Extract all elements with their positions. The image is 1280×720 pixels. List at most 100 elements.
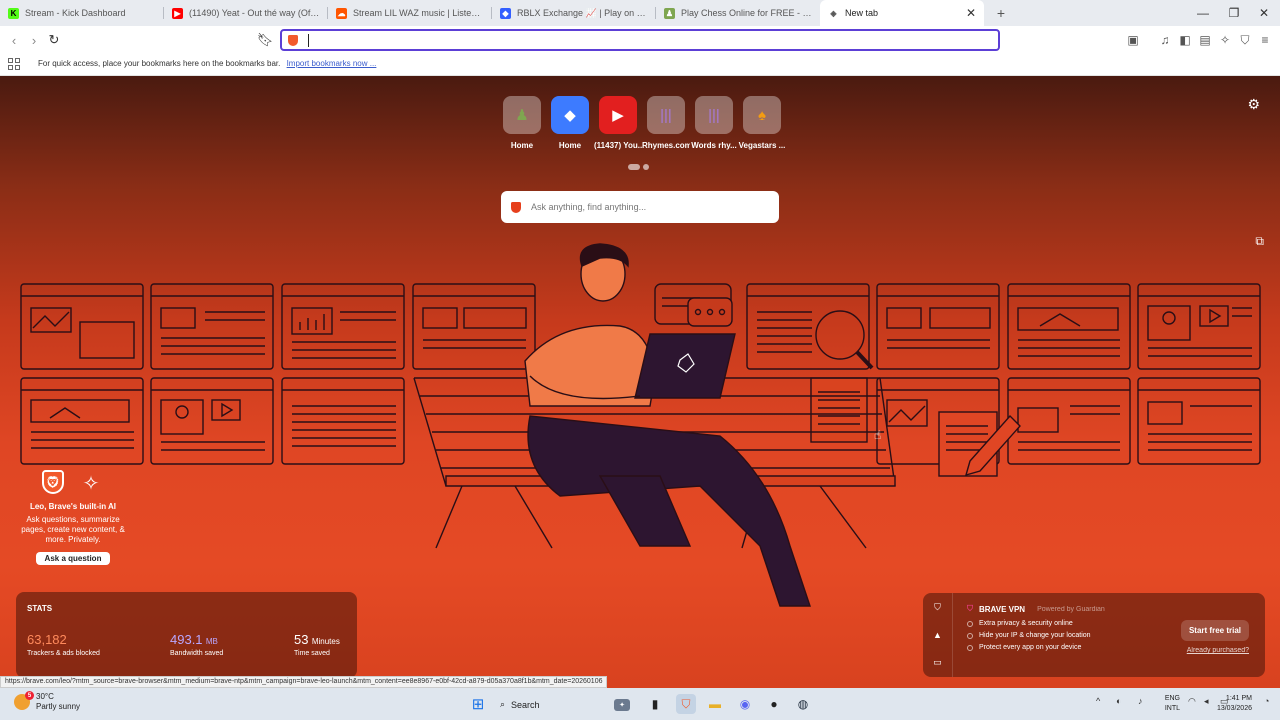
discord-icon[interactable]: ◉	[735, 694, 755, 714]
address-bar[interactable]	[280, 29, 1000, 51]
check-icon	[967, 632, 973, 639]
steam-icon[interactable]: ◍	[793, 694, 813, 714]
clock-time: 1:41 PM	[1225, 695, 1252, 702]
weather-temp: 30°C	[36, 692, 54, 701]
tab-kick[interactable]: K Stream - Kick Dashboard	[0, 0, 164, 26]
rewards-icon[interactable]: ▲	[933, 630, 942, 640]
chess-icon: ♟	[664, 7, 675, 19]
settings-gear-icon[interactable]: ⚙	[1247, 96, 1260, 113]
chess-icon: ♟	[503, 96, 541, 134]
weather-sun-icon: 5	[14, 691, 34, 710]
tray-chevron-icon[interactable]: ^	[1096, 696, 1100, 706]
tab-new-tab[interactable]: ◈ New tab ✕	[820, 0, 984, 26]
task-view-icon[interactable]: ▮	[645, 694, 665, 714]
top-site-label: (11437) You...	[594, 141, 642, 150]
file-explorer-icon[interactable]: ▬	[705, 694, 725, 714]
notification-bell-icon[interactable]: ◔	[1264, 696, 1269, 706]
stat-trackers: 63,182 Trackers & ads blocked	[27, 632, 100, 657]
back-button[interactable]: ‹	[4, 26, 24, 54]
language-indicator[interactable]: ENG INTL	[1165, 694, 1180, 714]
tray-app-icon[interactable]: ◐	[1116, 696, 1121, 706]
minimize-button[interactable]: —	[1188, 0, 1218, 26]
start-free-trial-button[interactable]: Start free trial	[1180, 620, 1249, 641]
weather-widget[interactable]: 5 30°C Partly sunny	[14, 691, 80, 712]
brave-logo-icon	[511, 201, 521, 213]
top-site-tile[interactable]: ||| Rhymes.com	[642, 96, 690, 150]
vpn-feature: Extra privacy & security online	[967, 620, 1091, 627]
reload-button[interactable]: ↻	[44, 26, 64, 54]
tab-soundcloud[interactable]: ☁ Stream LIL WAZ music | Listen to son	[328, 0, 492, 26]
mouse-cursor-icon: ☝︎	[874, 428, 882, 442]
bookmarks-bar: For quick access, place your bookmarks h…	[0, 54, 1280, 76]
sidebar-icon[interactable]: ◧	[1175, 26, 1195, 54]
media-icon[interactable]: ♫	[1155, 26, 1175, 54]
stats-heading: STATS	[27, 604, 53, 613]
import-bookmarks-link[interactable]: Import bookmarks now ...	[287, 59, 377, 68]
close-window-button[interactable]: ✕	[1249, 0, 1279, 26]
roblox-icon: ◆	[551, 96, 589, 134]
apps-icon[interactable]	[8, 58, 20, 70]
stat-label: Time saved	[294, 650, 330, 657]
external-link-icon[interactable]: ⧉	[1255, 234, 1264, 249]
app-icon[interactable]: ●	[764, 694, 784, 714]
cards-icon[interactable]: ▭	[933, 657, 942, 668]
vpn-shield-icon[interactable]: ⛉	[934, 602, 941, 613]
brave-shields-icon[interactable]	[288, 34, 298, 46]
tab-roblox[interactable]: ◆ RBLX Exchange 📈 | Play on Roblox	[492, 0, 656, 26]
forward-button[interactable]: ›	[24, 26, 44, 54]
restore-button[interactable]: ❐	[1219, 0, 1249, 26]
brave-taskbar-icon[interactable]: ⛉	[676, 694, 696, 714]
tab-chess[interactable]: ♟ Play Chess Online for FREE - 2 Player	[656, 0, 820, 26]
leo-ai-icon[interactable]: ✧	[1215, 26, 1235, 54]
toolbar: ‹ › ↻ 🔖︎ ▣ ♫ ◧ ▤ ✧ ⛉ ≡	[0, 26, 1280, 54]
new-tab-button[interactable]: +	[990, 5, 1012, 21]
status-bubble: https://brave.com/leo/?mtm_source=brave-…	[0, 676, 608, 688]
vpn-title-text: BRAVE VPN	[979, 604, 1026, 614]
windows-taskbar: 5 30°C Partly sunny ⊞ ⌕ Search ✦ ▮ ⛉ ▬ ◉…	[0, 688, 1280, 720]
weather-badge: 5	[25, 691, 34, 700]
stats-widget: STATS 63,182 Trackers & ads blocked 493.…	[16, 592, 357, 678]
top-sites-pagination	[628, 164, 649, 170]
page-dot-active[interactable]	[628, 164, 640, 170]
microphone-icon[interactable]: ♪	[1138, 696, 1143, 706]
tab-search-icon[interactable]: ▣	[1123, 26, 1143, 54]
bookmarks-hint: For quick access, place your bookmarks h…	[38, 59, 281, 68]
taskbar-search[interactable]: ⌕ Search ✦	[494, 695, 638, 714]
top-site-tile[interactable]: ||| Words rhy...	[690, 96, 738, 150]
stat-value: 63,182	[27, 632, 67, 647]
ntp-search-box[interactable]: Ask anything, find anything...	[501, 191, 779, 223]
top-site-label: Rhymes.com	[642, 141, 690, 150]
lang-top: ENG	[1164, 695, 1180, 702]
kick-icon: K	[8, 7, 19, 19]
leo-sparkle-icon: ✧	[82, 472, 100, 495]
top-site-tile[interactable]: ▶ (11437) You...	[594, 96, 642, 150]
tab-title: New tab	[845, 8, 879, 18]
already-purchased-link[interactable]: Already purchased?	[1187, 647, 1249, 654]
search-highlight-icon: ✦	[614, 698, 630, 711]
bookmarks-message: For quick access, place your bookmarks h…	[38, 59, 376, 68]
stat-time: 53 Minutes Time saved	[294, 632, 340, 657]
close-tab-icon[interactable]: ✕	[966, 6, 976, 20]
windows-start-icon[interactable]: ⊞	[468, 694, 488, 714]
ask-question-button[interactable]: Ask a question	[35, 552, 111, 565]
vpn-logo-icon: ⛉	[967, 604, 973, 613]
text-cursor	[308, 33, 309, 47]
youtube-icon: ▶	[172, 7, 183, 19]
wallet-icon[interactable]: ▤	[1195, 26, 1215, 54]
bookmark-icon[interactable]: 🔖︎	[255, 26, 275, 54]
volume-icon[interactable]: ◂	[1204, 696, 1209, 707]
clock[interactable]: 1:41 PM 13/03/2026	[1217, 694, 1252, 714]
brave-icon: ◈	[830, 8, 837, 18]
top-site-tile[interactable]: ♠ Vegastars ...	[738, 96, 786, 150]
vpn-icon[interactable]: ⛉	[1235, 26, 1255, 54]
top-site-tile[interactable]: ♟ Home	[498, 96, 546, 150]
leo-promo: 🦁︎ ✧ Leo, Brave's built-in AI Ask questi…	[20, 470, 126, 565]
page-dot[interactable]	[643, 164, 649, 170]
menu-icon[interactable]: ≡	[1255, 26, 1275, 54]
top-site-tile[interactable]: ◆ Home	[546, 96, 594, 150]
wifi-icon[interactable]: ◠	[1188, 696, 1196, 707]
tab-youtube[interactable]: ▶ (11490) Yeat - Out thé way (Official M	[164, 0, 328, 26]
search-icon: ⌕	[500, 699, 506, 709]
top-site-label: Vegastars ...	[738, 141, 786, 150]
vpn-feature-text: Extra privacy & security online	[979, 620, 1073, 627]
